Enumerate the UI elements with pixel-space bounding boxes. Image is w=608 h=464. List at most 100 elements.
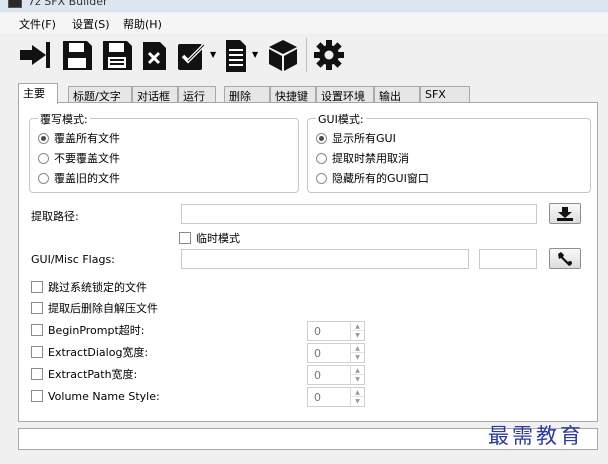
- gui-flags-value-input[interactable]: [479, 249, 537, 269]
- radio-no-overwrite[interactable]: 不要覆盖文件: [38, 150, 120, 166]
- checkbox-label: Volume Name Style:: [48, 389, 160, 403]
- radio-button[interactable]: [316, 172, 327, 184]
- radio-button[interactable]: [38, 172, 49, 184]
- wrench-icon: [558, 251, 572, 266]
- radio-button-selected[interactable]: [38, 132, 49, 144]
- radio-button-selected[interactable]: [316, 132, 327, 144]
- menu-file[interactable]: 文件(F): [19, 16, 56, 32]
- list-dropdown-icon[interactable]: ▼: [252, 50, 258, 59]
- save-as-button[interactable]: [100, 36, 134, 74]
- spin-down-icon[interactable]: ▼: [351, 353, 364, 362]
- gui-mode-label: GUI模式:: [316, 111, 366, 127]
- spin-up-icon[interactable]: ▲: [351, 322, 364, 331]
- extract-path-width-row[interactable]: ExtractPath宽度:: [31, 366, 137, 382]
- gui-flags-label: GUI/Misc Flags:: [31, 253, 115, 266]
- temp-mode-checkbox-row[interactable]: 临时模式: [179, 230, 240, 246]
- radio-label: 隐藏所有的GUI窗口: [332, 172, 429, 185]
- begin-prompt-timeout-spinner[interactable]: 0 ▲ ▼: [307, 321, 365, 341]
- extract-dialog-width-spinner[interactable]: 0 ▲ ▼: [307, 343, 365, 363]
- package-button[interactable]: [266, 36, 300, 74]
- radio-label: 不要覆盖文件: [54, 152, 120, 165]
- tab-main[interactable]: 主要: [18, 83, 58, 104]
- watermark-text: 最需教育: [488, 424, 584, 448]
- app-icon: [8, 0, 22, 8]
- begin-prompt-timeout-row[interactable]: BeginPrompt超时:: [31, 322, 145, 338]
- tab-dialog[interactable]: 对话框: [132, 86, 178, 103]
- tab-bar: 主要 标题/文字 对话框 运行 删除 快捷键 设置环境 输出 SFX: [18, 83, 598, 104]
- menu-help[interactable]: 帮助(H): [123, 16, 162, 32]
- radio-label: 覆盖所有文件: [54, 132, 120, 145]
- overwrite-mode-group: 覆写模式: 覆盖所有文件 不要覆盖文件 覆盖旧的文件: [29, 111, 299, 193]
- delete-button[interactable]: [140, 36, 170, 74]
- radio-label: 提取时禁用取消: [332, 152, 409, 165]
- tab-output[interactable]: 输出: [374, 86, 420, 103]
- checkbox-label: 提取后删除自解压文件: [48, 302, 158, 315]
- spinner-buttons: ▲ ▼: [350, 388, 364, 406]
- radio-button[interactable]: [316, 152, 327, 164]
- check-build-icon: [178, 43, 206, 70]
- document-list-icon: [226, 40, 246, 72]
- list-button[interactable]: [222, 36, 250, 74]
- tab-run[interactable]: 运行: [178, 86, 216, 103]
- delete-after-extract-row[interactable]: 提取后删除自解压文件: [31, 300, 158, 316]
- volume-name-style-spinner[interactable]: 0 ▲ ▼: [307, 387, 365, 407]
- checkbox[interactable]: [31, 346, 43, 358]
- browse-path-button[interactable]: [549, 203, 581, 224]
- extract-path-input[interactable]: [181, 204, 537, 224]
- build-button[interactable]: [176, 36, 210, 74]
- radio-hide-all-gui[interactable]: 隐藏所有的GUI窗口: [316, 170, 429, 186]
- spin-down-icon[interactable]: ▼: [351, 331, 364, 340]
- radio-show-all-gui[interactable]: 显示所有GUI: [316, 130, 396, 146]
- spinner-value: 0: [314, 369, 321, 382]
- volume-name-style-row[interactable]: Volume Name Style:: [31, 388, 160, 404]
- spin-down-icon[interactable]: ▼: [351, 397, 364, 406]
- checkbox-label: ExtractDialog宽度:: [48, 346, 149, 359]
- tab-title-text[interactable]: 标题/文字: [68, 86, 132, 103]
- open-button[interactable]: [18, 36, 54, 74]
- overwrite-mode-label: 覆写模式:: [38, 111, 90, 127]
- checkbox[interactable]: [31, 281, 43, 293]
- open-arrow-icon: [20, 42, 50, 68]
- tab-sfx[interactable]: SFX: [420, 86, 470, 103]
- package-box-icon: [269, 40, 297, 71]
- checkbox[interactable]: [31, 390, 43, 402]
- spin-up-icon[interactable]: ▲: [351, 344, 364, 353]
- tab-environment[interactable]: 设置环境: [316, 86, 374, 103]
- main-panel: 覆写模式: 覆盖所有文件 不要覆盖文件 覆盖旧的文件 GUI模式: 显示所有GU…: [18, 102, 598, 422]
- spinner-value: 0: [314, 347, 321, 360]
- window-titlebar: 7z SFX Builder: [0, 0, 608, 12]
- window-title: 7z SFX Builder: [28, 0, 108, 8]
- tab-shortcuts[interactable]: 快捷键: [270, 86, 316, 103]
- extract-dialog-width-row[interactable]: ExtractDialog宽度:: [31, 344, 148, 360]
- gui-mode-group: GUI模式: 显示所有GUI 提取时禁用取消 隐藏所有的GUI窗口: [307, 111, 591, 193]
- spinner-value: 0: [314, 325, 321, 338]
- build-dropdown-icon[interactable]: ▼: [210, 50, 216, 59]
- save-button[interactable]: [60, 36, 94, 74]
- radio-label: 覆盖旧的文件: [54, 172, 120, 185]
- extract-path-width-spinner[interactable]: 0 ▲ ▼: [307, 365, 365, 385]
- spin-up-icon[interactable]: ▲: [351, 366, 364, 375]
- checkbox[interactable]: [31, 368, 43, 380]
- spin-down-icon[interactable]: ▼: [351, 375, 364, 384]
- checkbox-label: BeginPrompt超时:: [48, 324, 145, 337]
- radio-overwrite-older[interactable]: 覆盖旧的文件: [38, 170, 120, 186]
- save-as-icon: [103, 41, 132, 70]
- radio-button[interactable]: [38, 152, 49, 164]
- checkbox[interactable]: [31, 324, 43, 336]
- settings-button[interactable]: [312, 36, 346, 74]
- gui-flags-input[interactable]: [181, 249, 469, 269]
- checkbox[interactable]: [31, 302, 43, 314]
- edit-flags-button[interactable]: [549, 248, 581, 269]
- radio-overwrite-all[interactable]: 覆盖所有文件: [38, 130, 120, 146]
- tab-delete[interactable]: 删除: [224, 86, 270, 103]
- menu-bar: 文件(F) 设置(S) 帮助(H): [0, 13, 608, 33]
- save-icon: [63, 41, 92, 70]
- menu-settings[interactable]: 设置(S): [72, 16, 110, 32]
- download-tray-icon: [557, 206, 573, 221]
- radio-disable-cancel[interactable]: 提取时禁用取消: [316, 150, 409, 166]
- spinner-value: 0: [314, 391, 321, 404]
- temp-mode-checkbox[interactable]: [179, 232, 191, 244]
- spin-up-icon[interactable]: ▲: [351, 388, 364, 397]
- settings-gear-icon: [314, 40, 344, 70]
- skip-locked-files-row[interactable]: 跳过系统锁定的文件: [31, 279, 147, 295]
